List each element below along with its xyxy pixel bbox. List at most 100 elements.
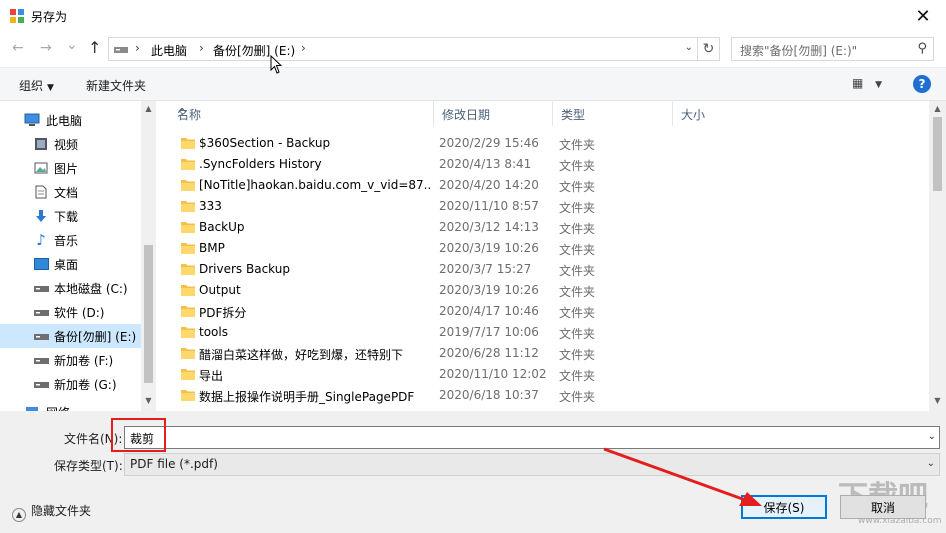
- table-row[interactable]: [NoTitle]haokan.baidu.com_v_vid=87... 202…: [157, 175, 927, 196]
- drive-icon: [114, 47, 128, 53]
- refresh-button[interactable]: ↻: [698, 37, 720, 61]
- scroll-down-icon[interactable]: ▼: [141, 396, 156, 405]
- view-options-button[interactable]: ▦ ▼: [852, 76, 882, 90]
- folder-icon: [181, 138, 195, 149]
- file-date: 2020/11/10 8:57: [439, 199, 539, 213]
- file-date: 2019/7/17 10:06: [439, 325, 539, 339]
- chevron-up-icon: ▲: [12, 508, 26, 522]
- pictures-icon: [33, 160, 49, 176]
- cancel-button[interactable]: 取消: [840, 495, 926, 519]
- table-row[interactable]: 导出 2020/11/10 12:02 文件夹: [157, 364, 927, 385]
- table-row[interactable]: tools 2019/7/17 10:06 文件夹: [157, 322, 927, 343]
- organize-menu[interactable]: 组织 ▼: [19, 77, 54, 94]
- file-list-scrollbar[interactable]: ▲ ▼: [929, 101, 946, 411]
- back-icon[interactable]: ←: [12, 40, 24, 56]
- sidebar-item-label: 音乐: [54, 234, 79, 248]
- table-row[interactable]: BackUp 2020/3/12 14:13 文件夹: [157, 217, 927, 238]
- sidebar-item-drive-f[interactable]: 新加卷 (F:): [0, 348, 141, 372]
- caret-down-icon: ▼: [875, 80, 883, 90]
- scroll-up-icon[interactable]: ▲: [141, 104, 156, 113]
- file-date: 2020/3/19 10:26: [439, 241, 539, 255]
- breadcrumb-separator: ›: [135, 41, 140, 55]
- file-name: BMP: [199, 241, 225, 255]
- forward-icon[interactable]: →: [40, 40, 52, 56]
- sidebar-item-music[interactable]: ♪ 音乐: [0, 228, 141, 252]
- filetype-select[interactable]: PDF file (*.pdf) ⌄: [124, 453, 940, 476]
- search-placeholder: 搜索"备份[勿删] (E:)": [740, 44, 858, 58]
- save-button[interactable]: 保存(S): [741, 495, 827, 519]
- sidebar-item-label: 网络: [46, 404, 70, 411]
- recent-locations-icon[interactable]: ⌄: [66, 37, 78, 53]
- sidebar-item-label: 备份[勿删] (E:): [54, 330, 137, 344]
- file-type: 文件夹: [559, 201, 596, 215]
- filename-field[interactable]: 裁剪 ⌄: [124, 426, 940, 449]
- table-row[interactable]: Drivers Backup 2020/3/7 15:27 文件夹: [157, 259, 927, 280]
- table-row[interactable]: BMP 2020/3/19 10:26 文件夹: [157, 238, 927, 259]
- column-header-date[interactable]: 修改日期: [434, 101, 553, 126]
- sidebar-item-drive-c[interactable]: 本地磁盘 (C:): [0, 276, 141, 300]
- file-type: 文件夹: [559, 243, 596, 257]
- chevron-down-icon[interactable]: ⌄: [928, 431, 936, 442]
- sidebar-item-label: 图片: [54, 162, 79, 176]
- breadcrumb-separator: ›: [199, 41, 204, 55]
- close-button[interactable]: ✕: [900, 0, 946, 32]
- chevron-down-icon[interactable]: ⌄: [685, 42, 693, 53]
- sidebar-item-network[interactable]: 网络: [0, 400, 141, 411]
- file-date: 2020/3/7 15:27: [439, 262, 532, 276]
- file-type: 文件夹: [559, 327, 596, 341]
- file-list: 名称 ^ 修改日期 类型 大小 $360Section - Backup 2020…: [157, 101, 946, 411]
- breadcrumb-this-pc[interactable]: 此电脑: [151, 42, 187, 59]
- table-row[interactable]: 数据上报操作说明手册_SinglePagePDF 2020/6/18 10:37 文…: [157, 385, 927, 406]
- new-folder-button[interactable]: 新建文件夹: [86, 77, 146, 94]
- folder-icon: [181, 201, 195, 212]
- search-input[interactable]: 搜索"备份[勿删] (E:)" ⚲: [731, 37, 934, 61]
- table-row[interactable]: .SyncFolders History 2020/4/13 8:41 文件夹: [157, 154, 927, 175]
- sidebar-item-downloads[interactable]: 下载: [0, 204, 141, 228]
- scroll-up-icon[interactable]: ▲: [929, 104, 946, 113]
- sidebar-item-videos[interactable]: 视频: [0, 132, 141, 156]
- file-type: 文件夹: [559, 222, 596, 236]
- filetype-label: 保存类型(T):: [54, 459, 123, 473]
- downloads-icon: [33, 208, 49, 224]
- folder-icon: [181, 180, 195, 191]
- sidebar-item-label: 此电脑: [46, 114, 83, 128]
- sidebar-item-documents[interactable]: 文档: [0, 180, 141, 204]
- sidebar-item-drive-g[interactable]: 新加卷 (G:): [0, 372, 141, 396]
- window-title: 另存为: [31, 10, 68, 24]
- desktop-icon: [33, 256, 49, 272]
- sidebar-scrollbar-thumb[interactable]: [144, 245, 153, 383]
- scroll-down-icon[interactable]: ▼: [929, 396, 946, 405]
- sidebar-item-drive-d[interactable]: 软件 (D:): [0, 300, 141, 324]
- sidebar-item-label: 文档: [54, 186, 79, 200]
- file-date: 2020/4/13 8:41: [439, 157, 532, 171]
- folder-icon: [181, 348, 195, 359]
- table-row[interactable]: PDF拆分 2020/4/17 10:46 文件夹: [157, 301, 927, 322]
- file-type: 文件夹: [559, 306, 596, 320]
- table-row[interactable]: $360Section - Backup 2020/2/29 15:46 文件夹: [157, 133, 927, 154]
- file-list-scrollbar-thumb[interactable]: [933, 117, 942, 191]
- column-header-type[interactable]: 类型: [553, 101, 673, 126]
- sidebar-item-pictures[interactable]: 图片: [0, 156, 141, 180]
- chevron-down-icon: ⌄: [926, 458, 935, 469]
- documents-icon: [33, 184, 49, 200]
- navigation-pane: 此电脑 视频 图片 文档 下载 ♪ 音乐 桌面 本地磁盘 (C:) 软件 (D:…: [0, 101, 156, 411]
- file-type: 文件夹: [559, 285, 596, 299]
- up-icon[interactable]: ↑: [88, 38, 101, 57]
- table-row[interactable]: Output 2020/3/19 10:26 文件夹: [157, 280, 927, 301]
- sidebar-item-drive-e[interactable]: 备份[勿删] (E:): [0, 324, 141, 348]
- mouse-cursor-icon: [270, 55, 283, 74]
- file-type: 文件夹: [559, 348, 596, 362]
- folder-icon: [181, 222, 195, 233]
- address-bar[interactable]: › 此电脑 › 备份[勿删] (E:) › ⌄: [108, 37, 698, 61]
- help-button[interactable]: ?: [913, 75, 931, 93]
- column-header-size[interactable]: 大小: [673, 101, 773, 126]
- navigation-bar: ← → ⌄ ↑ › 此电脑 › 备份[勿删] (E:) › ⌄ ↻ 搜索"备份[…: [0, 32, 946, 66]
- sidebar-item-this-pc[interactable]: 此电脑: [0, 108, 141, 132]
- column-header-name[interactable]: 名称 ^: [169, 101, 434, 126]
- hide-folders-toggle[interactable]: ▲ 隐藏文件夹: [12, 502, 91, 522]
- title-bar: 另存为 ✕: [0, 0, 946, 32]
- sidebar-item-desktop[interactable]: 桌面: [0, 252, 141, 276]
- sidebar-scrollbar[interactable]: ▲ ▼: [141, 101, 156, 411]
- table-row[interactable]: 333 2020/11/10 8:57 文件夹: [157, 196, 927, 217]
- table-row[interactable]: 醋溜白菜这样做，好吃到爆，还特别下 2020/6/28 11:12 文件夹: [157, 343, 927, 364]
